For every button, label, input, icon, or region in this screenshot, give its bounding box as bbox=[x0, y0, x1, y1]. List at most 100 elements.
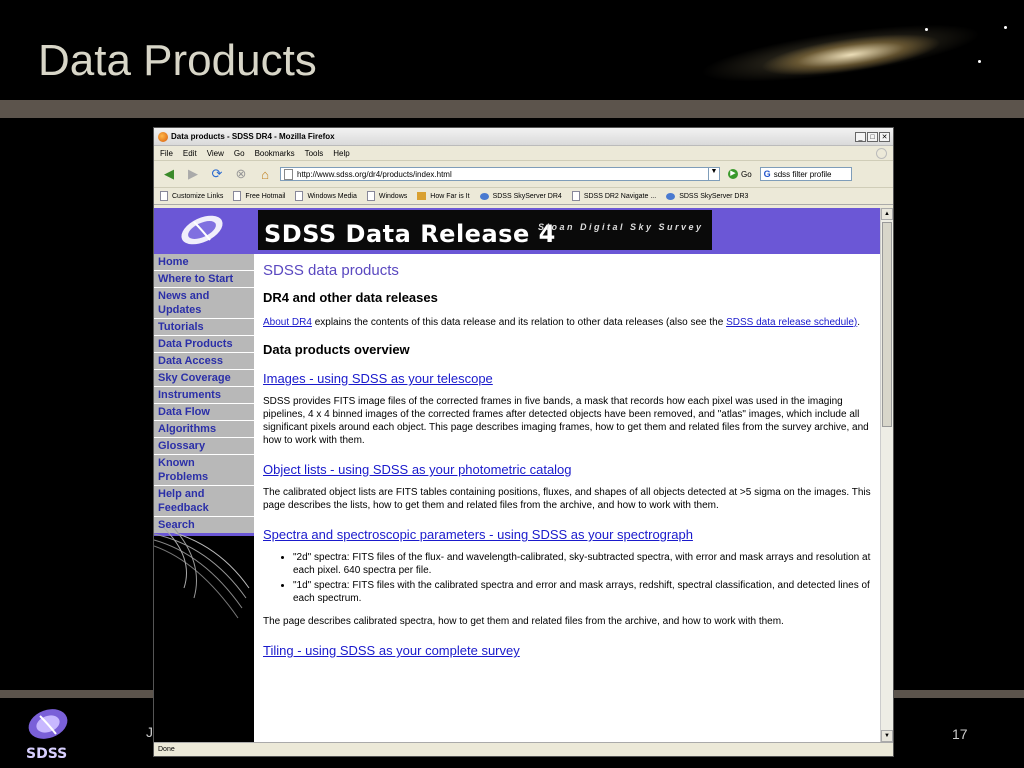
nav-home[interactable]: Home bbox=[154, 254, 254, 271]
bookmark-dr2-navigate[interactable]: SDSS DR2 Navigate ... bbox=[571, 191, 657, 201]
swirl-decoration bbox=[154, 527, 250, 619]
page-icon bbox=[160, 191, 168, 201]
menu-bar: File Edit View Go Bookmarks Tools Help bbox=[154, 146, 893, 161]
bookmark-skyserver-dr4[interactable]: SDSS SkyServer DR4 bbox=[479, 192, 562, 200]
browser-window: Data products - SDSS DR4 - Mozilla Firef… bbox=[153, 127, 894, 757]
forward-button[interactable]: ▶ bbox=[184, 165, 202, 183]
sdss-logo-icon bbox=[181, 215, 223, 245]
bookmark-windows[interactable]: Windows bbox=[366, 191, 408, 201]
bookmark-label: SDSS DR2 Navigate ... bbox=[583, 192, 657, 200]
menu-bookmarks[interactable]: Bookmarks bbox=[255, 149, 295, 158]
star-dot bbox=[925, 28, 928, 31]
search-input[interactable]: G sdss filter profile bbox=[759, 167, 852, 181]
site-banner: SDSS Data Release 4 Sloan Digital Sky Su… bbox=[254, 208, 880, 254]
home-icon: ⌂ bbox=[261, 166, 269, 182]
menu-tools[interactable]: Tools bbox=[305, 149, 324, 158]
page-number: 17 bbox=[952, 726, 968, 742]
bookmark-windows-media[interactable]: Windows Media bbox=[295, 191, 357, 201]
reload-button[interactable]: ⟳ bbox=[208, 165, 226, 183]
stop-button[interactable]: ⊗ bbox=[232, 165, 250, 183]
nav-known-problems[interactable]: Known Problems bbox=[154, 455, 254, 486]
go-label: Go bbox=[741, 169, 752, 179]
google-icon: G bbox=[763, 169, 771, 179]
spectra-link[interactable]: Spectra and spectroscopic parameters - u… bbox=[263, 528, 873, 541]
svg-text:SDSS: SDSS bbox=[26, 746, 67, 762]
bookmark-skyserver-dr3[interactable]: SDSS SkyServer DR3 bbox=[666, 192, 748, 200]
bookmark-how-far-is-it[interactable]: How Far is It bbox=[417, 192, 470, 200]
nav-data-access[interactable]: Data Access bbox=[154, 353, 254, 370]
menu-file[interactable]: File bbox=[160, 149, 173, 158]
url-text: http://www.sdss.org/dr4/products/index.h… bbox=[297, 169, 452, 179]
maximize-button[interactable]: □ bbox=[867, 131, 878, 142]
scroll-down-button[interactable]: ▼ bbox=[881, 730, 893, 742]
page-icon bbox=[295, 191, 304, 201]
scroll-up-button[interactable]: ▲ bbox=[881, 208, 893, 220]
page-heading: SDSS data products bbox=[263, 262, 399, 279]
forward-arrow-icon: ▶ bbox=[188, 166, 198, 181]
back-button[interactable]: ◀ bbox=[160, 165, 178, 183]
title-bar: Data products - SDSS DR4 - Mozilla Firef… bbox=[154, 128, 893, 146]
satellite-icon bbox=[479, 192, 489, 200]
banner-panel: SDSS Data Release 4 Sloan Digital Sky Su… bbox=[258, 210, 712, 250]
vertical-scrollbar[interactable]: ▲ ▼ bbox=[880, 208, 893, 742]
nav-sky-coverage[interactable]: Sky Coverage bbox=[154, 370, 254, 387]
main-article: SDSS data products DR4 and other data re… bbox=[263, 258, 873, 667]
release-schedule-link[interactable]: SDSS data release schedule) bbox=[726, 317, 857, 328]
stop-icon: ⊗ bbox=[235, 166, 247, 181]
bookmark-customize-links[interactable]: Customize Links bbox=[160, 191, 223, 201]
object-lists-description: The calibrated object lists are FITS tab… bbox=[263, 487, 871, 511]
page-icon bbox=[284, 168, 293, 180]
reload-icon: ⟳ bbox=[211, 166, 223, 181]
bookmarks-toolbar: Customize Links Free Hotmail Windows Med… bbox=[154, 188, 893, 205]
about-paragraph: About DR4 explains the contents of this … bbox=[263, 316, 873, 329]
sdss-logo-icon: SDSS bbox=[26, 709, 68, 762]
bookmark-label: Customize Links bbox=[172, 192, 224, 200]
menu-edit[interactable]: Edit bbox=[183, 149, 197, 158]
nav-where-to-start[interactable]: Where to Start bbox=[154, 271, 254, 288]
list-item: "1d" spectra: FITS files with the calibr… bbox=[293, 579, 873, 605]
slide-title: Data Products bbox=[38, 36, 317, 85]
page-icon bbox=[571, 191, 580, 201]
nav-news-and-updates[interactable]: News and Updates bbox=[154, 288, 254, 319]
spectra-list: "2d" spectra: FITS files of the flux- an… bbox=[263, 551, 873, 605]
nav-algorithms[interactable]: Algorithms bbox=[154, 421, 254, 438]
nav-instruments[interactable]: Instruments bbox=[154, 387, 254, 404]
nav-tutorials[interactable]: Tutorials bbox=[154, 319, 254, 336]
site-logo[interactable] bbox=[154, 208, 254, 254]
bookmark-label: Windows bbox=[378, 192, 408, 200]
scrollbar-thumb[interactable] bbox=[882, 222, 892, 427]
tiling-link[interactable]: Tiling - using SDSS as your complete sur… bbox=[263, 644, 873, 657]
go-button[interactable]: ▶ Go bbox=[728, 169, 752, 179]
go-arrow-icon: ▶ bbox=[728, 169, 738, 179]
nav-help-and-feedback[interactable]: Help and Feedback bbox=[154, 486, 254, 517]
menu-go[interactable]: Go bbox=[234, 149, 245, 158]
section-heading-releases: DR4 and other data releases bbox=[263, 290, 438, 305]
bookmark-free-hotmail[interactable]: Free Hotmail bbox=[233, 191, 285, 201]
address-bar[interactable]: http://www.sdss.org/dr4/products/index.h… bbox=[280, 167, 720, 181]
throbber-icon bbox=[876, 147, 887, 159]
close-button[interactable]: ✕ bbox=[879, 131, 890, 142]
star-dot bbox=[978, 60, 981, 63]
about-dr4-link[interactable]: About DR4 bbox=[263, 317, 312, 328]
images-description: SDSS provides FITS image files of the co… bbox=[263, 396, 869, 446]
nav-data-products[interactable]: Data Products bbox=[154, 336, 254, 353]
favicon-icon bbox=[417, 192, 427, 200]
address-dropdown-button[interactable]: ▼ bbox=[708, 168, 719, 180]
navigation-toolbar: ◀ ▶ ⟳ ⊗ ⌂ http://www.sdss.org/dr4/produc… bbox=[154, 161, 893, 188]
about-end: . bbox=[857, 317, 861, 328]
images-link[interactable]: Images - using SDSS as your telescope bbox=[263, 372, 873, 385]
menu-help[interactable]: Help bbox=[333, 149, 349, 158]
list-item: "2d" spectra: FITS files of the flux- an… bbox=[293, 551, 873, 577]
star-dot bbox=[1004, 26, 1007, 29]
nav-glossary[interactable]: Glossary bbox=[154, 438, 254, 455]
about-text: explains the contents of this data relea… bbox=[311, 317, 727, 328]
bookmark-label: How Far is It bbox=[430, 192, 470, 200]
section-heading-overview: Data products overview bbox=[263, 342, 410, 357]
menu-view[interactable]: View bbox=[207, 149, 224, 158]
minimize-button[interactable]: _ bbox=[855, 131, 866, 142]
object-lists-link[interactable]: Object lists - using SDSS as your photom… bbox=[263, 463, 873, 476]
search-value: sdss filter profile bbox=[773, 169, 832, 179]
nav-data-flow[interactable]: Data Flow bbox=[154, 404, 254, 421]
home-button[interactable]: ⌂ bbox=[256, 165, 274, 183]
window-title: Data products - SDSS DR4 - Mozilla Firef… bbox=[171, 132, 335, 141]
